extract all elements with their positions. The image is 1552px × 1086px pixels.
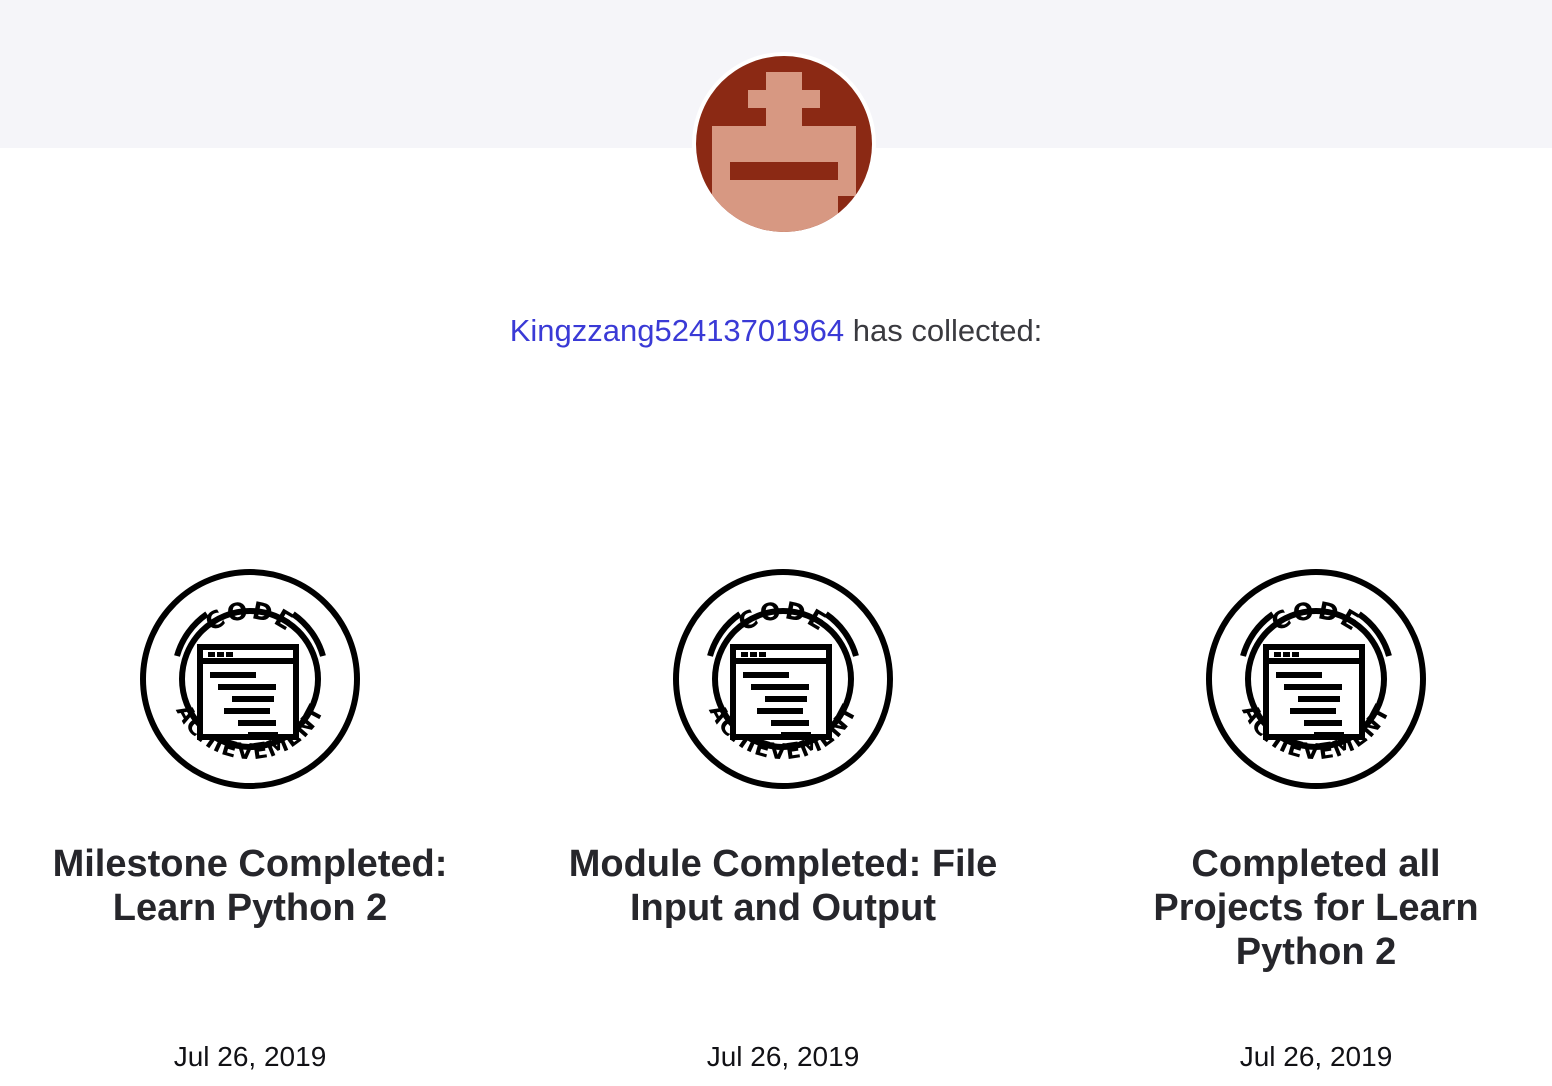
achievement-title: Module Completed: File Input and Output xyxy=(568,843,998,929)
svg-text:CODE: CODE xyxy=(1267,596,1366,637)
collected-label: has collected: xyxy=(844,313,1043,348)
achievement-date: Jul 26, 2019 xyxy=(173,1041,327,1072)
avatar-frame xyxy=(692,52,876,236)
svg-text:CODE: CODE xyxy=(734,596,833,637)
code-achievement-badge-icon: CODE ACHIEVEMENT xyxy=(1206,569,1426,789)
svg-text:CODE: CODE xyxy=(201,596,300,637)
pixel-avatar-icon xyxy=(696,56,872,232)
code-achievement-badge-icon: CODE ACHIEVEMENT xyxy=(140,569,360,789)
username-link[interactable]: Kingzzang52413701964 xyxy=(510,313,844,348)
achievement-date: Jul 26, 2019 xyxy=(1239,1041,1393,1072)
collected-heading: Kingzzang52413701964 has collected: xyxy=(0,308,1552,354)
achievement-title: Completed all Projects for Learn Python … xyxy=(1153,843,1479,973)
code-achievement-badge-icon: CODE ACHIEVEMENT xyxy=(673,569,893,789)
achievement-title: Milestone Completed: Learn Python 2 xyxy=(52,843,448,929)
avatar[interactable] xyxy=(696,56,872,232)
achievement-date: Jul 26, 2019 xyxy=(706,1041,860,1072)
